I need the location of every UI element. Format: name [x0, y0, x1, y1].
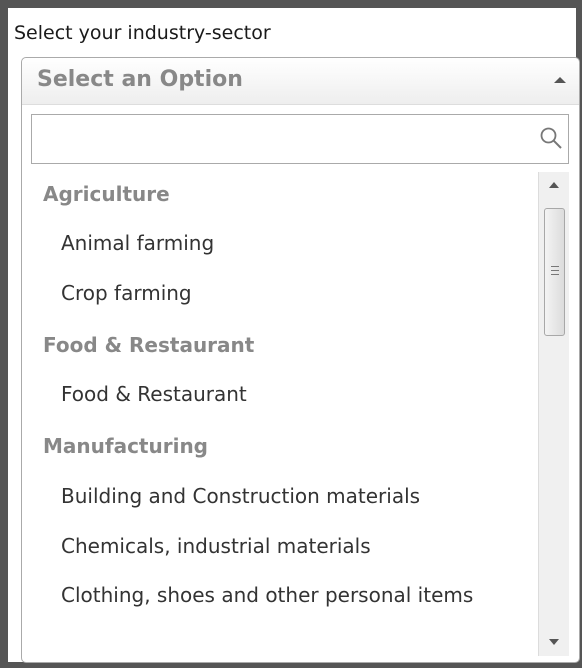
group-label-manufacturing: Manufacturing: [43, 434, 208, 458]
option-building-construction[interactable]: Building and Construction materials: [61, 482, 531, 510]
select-toggle[interactable]: Select an Option: [22, 58, 579, 105]
field-label: Select your industry-sector: [14, 22, 271, 44]
option-clothing-shoes[interactable]: Clothing, shoes and other personal items: [61, 581, 531, 609]
group-label-food-restaurant: Food & Restaurant: [43, 333, 255, 357]
results-scrollbar[interactable]: [538, 172, 569, 656]
search-icon: [540, 127, 562, 149]
selected-value: Select an Option: [37, 67, 243, 92]
scroll-up-button[interactable]: [539, 172, 569, 200]
triangle-down-icon: [549, 639, 559, 645]
scroll-down-button[interactable]: [539, 628, 569, 656]
option-crop-farming[interactable]: Crop farming: [61, 279, 531, 307]
triangle-up-icon[interactable]: [554, 77, 566, 83]
grip-lines-icon: [551, 270, 559, 271]
grip-lines-icon: [551, 274, 559, 275]
results-list: Agriculture Animal farming Crop farming …: [31, 172, 537, 656]
option-food-restaurant[interactable]: Food & Restaurant: [61, 380, 531, 408]
option-animal-farming[interactable]: Animal farming: [61, 229, 531, 257]
scroll-thumb[interactable]: [544, 208, 565, 336]
group-label-agriculture: Agriculture: [43, 182, 170, 206]
option-chemicals-industrial[interactable]: Chemicals, industrial materials: [61, 532, 531, 560]
triangle-up-icon: [549, 182, 559, 188]
search-input[interactable]: [32, 115, 522, 163]
industry-select[interactable]: Select an Option Agriculture Animal farm…: [21, 57, 580, 663]
search-box[interactable]: [31, 114, 569, 164]
grip-lines-icon: [551, 266, 559, 267]
